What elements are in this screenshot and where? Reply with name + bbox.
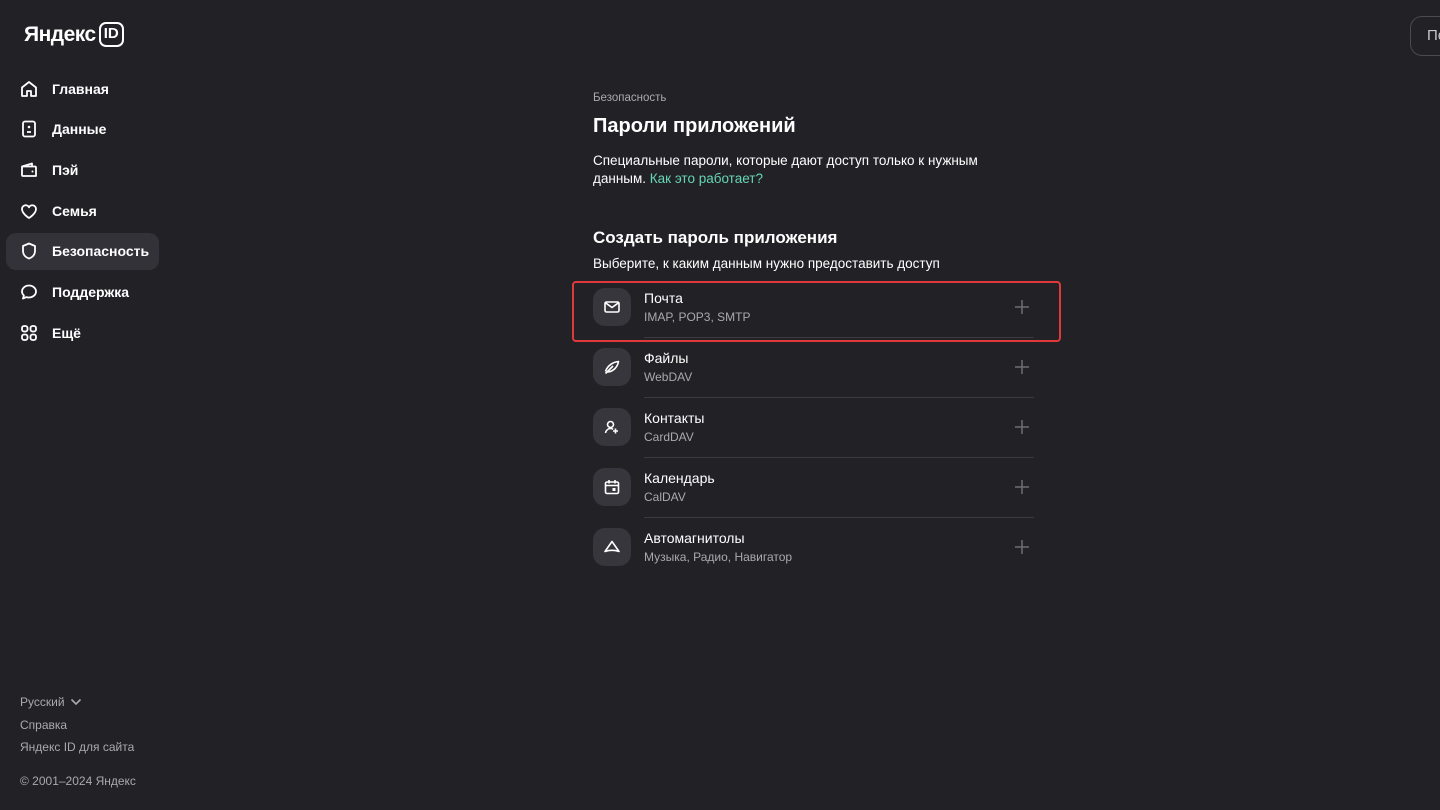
language-label: Русский <box>20 695 65 709</box>
app-password-list: Почта IMAP, POP3, SMTP Файлы WebDAV Конт… <box>593 277 1034 577</box>
contacts-icon <box>593 408 631 446</box>
breadcrumb[interactable]: Безопасность <box>593 92 1034 107</box>
create-section-title: Создать пароль приложения <box>593 228 838 247</box>
app-protocols: CardDAV <box>644 430 694 444</box>
app-protocols: Музыка, Радио, Навигатор <box>644 550 793 564</box>
home-icon <box>19 79 39 99</box>
app-name: Автомагнитолы <box>644 530 745 546</box>
id-card-icon <box>19 119 39 139</box>
app-row-mail[interactable]: Почта IMAP, POP3, SMTP <box>593 277 1034 337</box>
sidebar-item-more[interactable]: Ещё <box>6 314 159 351</box>
sidebar-item-label: Ещё <box>52 324 81 341</box>
page-description: Специальные пароли, которые дают доступ … <box>593 152 1013 188</box>
sidebar-nav: Главная Данные Пэй Семья Безопасность По… <box>6 70 159 355</box>
calendar-icon <box>593 468 631 506</box>
sidebar-item-label: Безопасность <box>52 243 150 260</box>
sidebar-item-label: Семья <box>52 202 97 219</box>
copyright: © 2001–2024 Яндекс <box>20 774 136 788</box>
app-protocols: IMAP, POP3, SMTP <box>644 310 751 324</box>
help-link[interactable]: Справка <box>20 716 134 734</box>
plus-icon[interactable] <box>1012 477 1032 497</box>
shield-icon <box>19 241 39 261</box>
app-row-files[interactable]: Файлы WebDAV <box>593 337 1034 397</box>
app-name: Файлы <box>644 350 689 366</box>
main-content: Безопасность Пароли приложений Специальн… <box>593 92 1034 274</box>
app-row-calendar[interactable]: Календарь CalDAV <box>593 457 1034 517</box>
car-audio-icon <box>593 528 631 566</box>
heart-icon <box>19 201 39 221</box>
sidebar-item-label: Данные <box>52 121 107 138</box>
plus-icon[interactable] <box>1012 297 1032 317</box>
language-selector[interactable]: Русский <box>20 693 134 711</box>
how-it-works-link[interactable]: Как это работает? <box>650 171 763 186</box>
app-protocols: WebDAV <box>644 370 693 384</box>
sidebar-item-support[interactable]: Поддержка <box>6 273 159 310</box>
sidebar-item-label: Главная <box>52 80 109 97</box>
app-protocols: CalDAV <box>644 490 686 504</box>
app-row-car-audio[interactable]: Автомагнитолы Музыка, Радио, Навигатор <box>593 517 1034 577</box>
app-name: Контакты <box>644 410 705 426</box>
sidebar-item-family[interactable]: Семья <box>6 192 159 229</box>
id-for-site-link[interactable]: Яндекс ID для сайта <box>20 738 134 756</box>
page-title: Пароли приложений <box>593 115 796 137</box>
sidebar-item-pay[interactable]: Пэй <box>6 151 159 188</box>
sidebar-item-label: Пэй <box>52 161 79 178</box>
sidebar-item-data[interactable]: Данные <box>6 111 159 148</box>
plus-icon[interactable] <box>1012 537 1032 557</box>
disk-icon <box>593 348 631 386</box>
chevron-down-icon <box>70 698 81 706</box>
logo-badge: ID <box>98 22 124 47</box>
app-name: Календарь <box>644 470 715 486</box>
yandex-id-logo[interactable]: Яндекс ID <box>24 22 124 47</box>
chat-icon <box>19 282 39 302</box>
sidebar-item-security[interactable]: Безопасность <box>6 232 159 270</box>
sidebar-item-label: Поддержка <box>52 283 130 300</box>
plus-icon[interactable] <box>1012 417 1032 437</box>
create-section-subtitle: Выберите, к каким данным нужно предостав… <box>593 256 940 271</box>
app-row-contacts[interactable]: Контакты CardDAV <box>593 397 1034 457</box>
logo-text: Яндекс <box>24 22 96 46</box>
mail-icon <box>593 288 631 326</box>
grid-icon <box>19 323 39 343</box>
wallet-icon <box>19 160 39 180</box>
plus-icon[interactable] <box>1012 357 1032 377</box>
app-name: Почта <box>644 290 683 306</box>
top-right-button[interactable]: По <box>1410 16 1440 56</box>
sidebar-footer: Русский Справка Яндекс ID для сайта <box>20 693 134 756</box>
sidebar-item-home[interactable]: Главная <box>6 70 159 107</box>
page: Яндекс ID По Главная Данные Пэй <box>0 0 1440 810</box>
